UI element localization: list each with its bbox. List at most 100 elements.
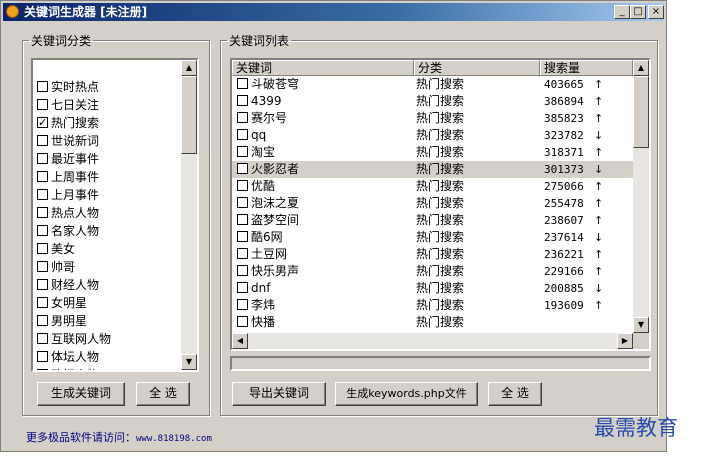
maximize-button[interactable]: □ (630, 5, 646, 19)
category-item[interactable]: 男明星 (37, 312, 87, 330)
category-item[interactable]: 世说新词 (37, 132, 99, 150)
row-checkbox[interactable] (237, 112, 248, 123)
export-keywords-button[interactable]: 导出关键词 (232, 382, 326, 406)
category-checkbox[interactable] (37, 315, 48, 326)
volume-cell: 200885 (544, 282, 584, 295)
close-button[interactable]: × (648, 5, 664, 19)
table-row[interactable]: 赛尔号 热门搜索 385823 ↑ (232, 110, 633, 127)
scroll-thumb[interactable] (633, 76, 649, 148)
category-checkbox[interactable] (37, 279, 48, 290)
category-item[interactable]: 上月事件 (37, 186, 99, 204)
scroll-left-icon[interactable]: ◀ (232, 333, 248, 349)
category-checkbox[interactable] (37, 171, 48, 182)
select-all-categories-button[interactable]: 全 选 (136, 382, 190, 406)
category-item[interactable]: 上周事件 (37, 168, 99, 186)
footer-url[interactable]: www.818198.com (136, 434, 212, 444)
title-bar[interactable]: 关键词生成器 [未注册] _ □ × (3, 3, 664, 21)
column-header-category[interactable]: 分类 (414, 60, 540, 76)
table-row[interactable]: 快乐男声 热门搜索 229166 ↑ (232, 263, 633, 280)
keyword-vscrollbar[interactable]: ▲ ▼ (633, 60, 649, 333)
category-checkbox[interactable] (37, 333, 48, 344)
row-checkbox[interactable] (237, 146, 248, 157)
table-row[interactable]: 盗梦空间 热门搜索 238607 ↑ (232, 212, 633, 229)
category-checkbox[interactable] (37, 153, 48, 164)
category-list[interactable]: 实时热点七日关注热门搜索世说新词最近事件上周事件上月事件热点人物名家人物美女帅哥… (31, 58, 199, 372)
category-item[interactable]: 热点人物 (37, 204, 99, 222)
scroll-down-icon[interactable]: ▼ (181, 354, 197, 370)
row-checkbox[interactable] (237, 197, 248, 208)
category-item[interactable]: 实时热点 (37, 78, 99, 96)
row-checkbox[interactable] (237, 129, 248, 140)
scroll-up-icon[interactable]: ▲ (181, 60, 197, 76)
category-checkbox[interactable] (37, 81, 48, 92)
generate-keywords-button[interactable]: 生成关键词 (37, 382, 125, 406)
row-checkbox[interactable] (237, 282, 248, 293)
scroll-thumb[interactable] (181, 76, 197, 154)
scroll-up-icon[interactable]: ▲ (633, 60, 649, 76)
main-window: 关键词生成器 [未注册] _ □ × 关键词分类 实时热点七日关注热门搜索世说新… (0, 0, 667, 452)
table-row[interactable]: 土豆网 热门搜索 236221 ↑ (232, 246, 633, 263)
category-item[interactable]: 女明星 (37, 294, 87, 312)
table-row[interactable]: 李炜 热门搜索 193609 ↑ (232, 297, 633, 314)
category-item[interactable]: 政坛人物 (37, 366, 99, 370)
table-row[interactable]: 泡沫之夏 热门搜索 255478 ↑ (232, 195, 633, 212)
category-checkbox[interactable] (37, 225, 48, 236)
category-item[interactable]: 财经人物 (37, 276, 99, 294)
table-row[interactable]: dnf 热门搜索 200885 ↓ (232, 280, 633, 297)
row-checkbox[interactable] (237, 214, 248, 225)
category-checkbox[interactable] (37, 99, 48, 110)
category-checkbox[interactable] (37, 207, 48, 218)
category-item[interactable]: 互联网人物 (37, 330, 111, 348)
row-checkbox[interactable] (237, 299, 248, 310)
row-checkbox[interactable] (237, 316, 248, 327)
table-row[interactable]: 火影忍者 热门搜索 301373 ↓ (232, 161, 633, 178)
category-item[interactable]: 帅哥 (37, 258, 75, 276)
table-row[interactable]: 4399 热门搜索 386894 ↑ (232, 93, 633, 110)
table-row[interactable]: 斗破苍穹 热门搜索 403665 ↑ (232, 76, 633, 93)
scroll-right-icon[interactable]: ▶ (617, 333, 633, 349)
row-checkbox[interactable] (237, 163, 248, 174)
category-checkbox[interactable] (37, 297, 48, 308)
row-checkbox[interactable] (237, 248, 248, 259)
table-row[interactable]: qq 热门搜索 323782 ↓ (232, 127, 633, 144)
category-item[interactable]: 体坛人物 (37, 348, 99, 366)
category-checkbox[interactable] (37, 261, 48, 272)
row-checkbox[interactable] (237, 180, 248, 191)
trend-up-icon: ↑ (594, 146, 604, 159)
scroll-down-icon[interactable]: ▼ (633, 317, 649, 333)
row-checkbox[interactable] (237, 265, 248, 276)
column-header-volume[interactable]: 搜索量 (540, 60, 633, 76)
row-checkbox[interactable] (237, 231, 248, 242)
category-item[interactable]: 美女 (37, 240, 75, 258)
column-header-keyword[interactable]: 关键词 (232, 60, 414, 76)
category-item[interactable]: 名家人物 (37, 222, 99, 240)
table-row[interactable]: 淘宝 热门搜索 318371 ↑ (232, 144, 633, 161)
category-scrollbar[interactable]: ▲ ▼ (181, 60, 197, 370)
category-cell: 热门搜索 (416, 196, 465, 210)
minimize-button[interactable]: _ (614, 5, 630, 19)
category-checkbox[interactable] (37, 189, 48, 200)
keyword-table[interactable]: 关键词 分类 搜索量 斗破苍穹 热门搜索 403665 ↑ 4399 热门搜索 386894… (230, 58, 651, 351)
category-label: 热门搜索 (51, 116, 100, 130)
trend-down-icon: ↓ (594, 163, 604, 176)
category-cell: 热门搜索 (416, 298, 465, 312)
category-checkbox[interactable] (37, 243, 48, 254)
category-checkbox[interactable] (37, 351, 48, 362)
category-item[interactable]: 热门搜索 (37, 114, 99, 132)
category-label: 财经人物 (51, 278, 100, 292)
category-item[interactable]: 最近事件 (37, 150, 99, 168)
category-legend: 关键词分类 (31, 34, 92, 48)
generate-php-button[interactable]: 生成keywords.php文件 (335, 382, 478, 406)
table-row[interactable]: 优酷 热门搜索 275066 ↑ (232, 178, 633, 195)
keyword-hscrollbar[interactable]: ◀ ▶ (232, 333, 633, 349)
category-checkbox[interactable] (37, 114, 48, 132)
table-row[interactable]: 快播 热门搜索 (232, 314, 633, 331)
table-row[interactable]: 酷6网 热门搜索 237614 ↓ (232, 229, 633, 246)
category-label: 体坛人物 (51, 350, 100, 364)
row-checkbox[interactable] (237, 78, 248, 89)
select-all-keywords-button[interactable]: 全 选 (488, 382, 542, 406)
category-checkbox[interactable] (37, 135, 48, 146)
category-item[interactable]: 七日关注 (37, 96, 99, 114)
category-checkbox[interactable] (37, 369, 48, 370)
row-checkbox[interactable] (237, 95, 248, 106)
